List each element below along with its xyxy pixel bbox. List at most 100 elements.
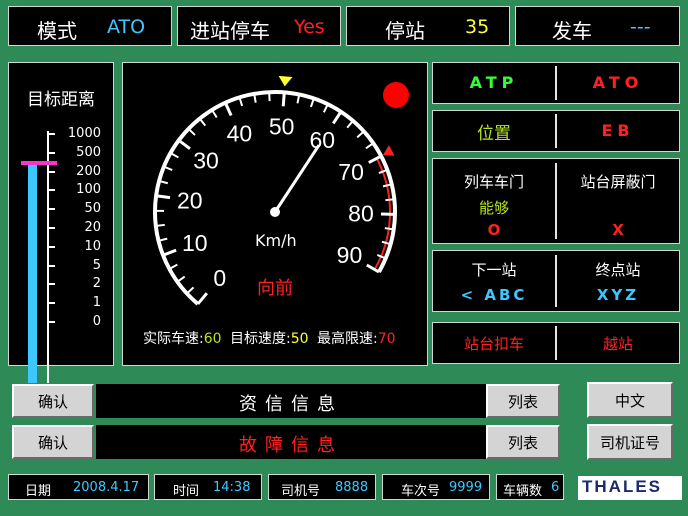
direction-label: 向前 — [257, 278, 293, 299]
target-distance-panel: 目标距离 10005002001005020105210 257 m — [8, 62, 114, 405]
mode-panel: 模式 ATO — [8, 6, 172, 46]
distance-scale-label: 1 — [92, 295, 101, 311]
depart-value: --- — [630, 16, 651, 38]
date-panel: 日期 2008.4.17 — [8, 474, 149, 500]
skip-station-indicator: 越站 — [602, 335, 633, 353]
position-eb-panel: 位置 EB — [432, 110, 680, 152]
train-door-state: O — [487, 221, 501, 239]
distance-scale-tick — [47, 227, 55, 229]
target-speed-marker — [278, 75, 293, 87]
list-fault-button[interactable]: 列表 — [486, 425, 560, 459]
distance-scale-tick — [47, 245, 55, 248]
speed-unit: Km/h — [255, 231, 297, 250]
train-number-panel: 车次号 9999 — [382, 474, 490, 500]
car-count-value: 6 — [551, 480, 560, 495]
gauge-tick — [196, 292, 209, 305]
distance-scale-label: 20 — [84, 220, 101, 235]
time-value: 14:38 — [213, 480, 251, 495]
thales-logo: THALES — [578, 476, 682, 500]
fault-message-title: 故障信息 — [239, 435, 343, 456]
depart-label: 发车 — [552, 19, 592, 43]
train-door-label: 列车车门 — [463, 173, 524, 191]
gauge-tick — [186, 286, 195, 295]
stop-value: 35 — [465, 16, 490, 38]
gauge-tick-label: 80 — [348, 201, 374, 227]
target-speed-label: 目标速度: — [230, 331, 291, 347]
distance-marker — [21, 161, 57, 165]
distance-scale-label: 2 — [92, 276, 101, 292]
gauge-tick-label: 60 — [309, 127, 335, 153]
gauge-tick — [281, 92, 286, 107]
hold-skip-panel: 站台扣车 越站 — [432, 322, 680, 364]
target-speed-value: 50 — [290, 331, 309, 347]
gauge-tick — [385, 198, 395, 202]
distance-scale-tick — [47, 208, 55, 211]
date-label: 日期 — [25, 484, 52, 499]
actual-speed-value: 60 — [203, 331, 222, 347]
max-speed-value: 70 — [377, 331, 396, 347]
gauge-tick — [177, 139, 191, 150]
distance-scale-label: 200 — [76, 163, 101, 179]
atp-ato-panel: ATP ATO — [432, 62, 680, 104]
distance-scale-label: 100 — [76, 182, 101, 198]
gauge-tick — [168, 263, 178, 270]
gauge-tick — [198, 117, 207, 127]
date-value: 2008.4.17 — [73, 480, 140, 495]
mode-value: ATO — [107, 16, 146, 38]
gauge-tick-label: 40 — [227, 121, 253, 147]
fault-message-area: 故障信息 — [96, 425, 486, 459]
stop-label: 停站 — [385, 19, 425, 43]
gauge-tick-label: 90 — [337, 242, 363, 268]
driver-number-label: 司机号 — [281, 484, 321, 499]
driver-number-value: 8888 — [335, 480, 369, 495]
distance-scale-label: 0 — [92, 314, 101, 329]
distance-scale-tick — [47, 264, 55, 267]
station-stop-panel: 进站停车 Yes — [177, 6, 341, 46]
distance-scale-tick — [47, 321, 55, 323]
confirm-info-button[interactable]: 确认 — [12, 384, 94, 418]
actual-speed-label: 实际车速: — [143, 331, 204, 347]
driver-number-panel: 司机号 8888 — [268, 474, 376, 500]
distance-scale-tick — [47, 151, 55, 154]
stop-panel: 停站 35 — [346, 6, 510, 46]
mode-label: 模式 — [37, 19, 77, 43]
gauge-tick — [170, 152, 179, 159]
info-message-area: 资信信息 — [96, 384, 486, 418]
distance-fill-bar — [28, 163, 37, 383]
distance-scale-label: 1000 — [67, 126, 101, 141]
car-count-panel: 车辆数 6 — [496, 474, 564, 500]
chinese-language-button[interactable]: 中文 — [587, 382, 673, 418]
platform-door-label: 站台屏蔽门 — [580, 173, 656, 191]
gauge-tick — [356, 130, 365, 139]
ato-indicator: ATO — [592, 73, 644, 92]
distance-scale-label: 50 — [84, 201, 101, 217]
platform-hold-indicator: 站台扣车 — [463, 335, 524, 353]
gauge-tick-label: 30 — [193, 148, 219, 174]
confirm-fault-button[interactable]: 确认 — [12, 425, 94, 459]
speed-readout: 实际车速:60 目标速度:50 最高限速:70 — [143, 328, 396, 348]
gauge-tick — [187, 128, 196, 136]
gauge-tick — [384, 227, 394, 231]
list-info-button[interactable]: 列表 — [486, 384, 560, 418]
gauge-tick — [211, 109, 218, 119]
station-stop-value: Yes — [294, 16, 325, 38]
distance-scale-label: 10 — [84, 238, 101, 254]
speedometer-panel: 0 10 20 30 40 50 60 70 80 90 Km/h 向前 实际车速:60 目标速度… — [122, 62, 428, 366]
next-station-label: 下一站 — [471, 261, 517, 279]
platform-door-state: X — [612, 221, 624, 239]
gauge-tick-label: 10 — [182, 230, 208, 256]
gauge-tick — [223, 102, 233, 117]
max-speed-marker — [382, 145, 395, 156]
depart-panel: 发车 --- — [515, 6, 680, 46]
train-number-label: 车次号 — [401, 484, 441, 499]
speed-needle — [273, 144, 321, 213]
thales-logo-text: THALES — [582, 477, 662, 496]
gauge-tick — [331, 110, 343, 125]
distance-scale-label: 500 — [76, 144, 101, 160]
next-station-value: < ABC — [460, 286, 528, 304]
distance-scale-tick — [47, 189, 55, 192]
distance-scale-tick — [47, 302, 55, 305]
driver-id-button[interactable]: 司机证号 — [587, 424, 673, 460]
gauge-tick — [346, 120, 354, 129]
gauge-tick — [309, 98, 315, 108]
